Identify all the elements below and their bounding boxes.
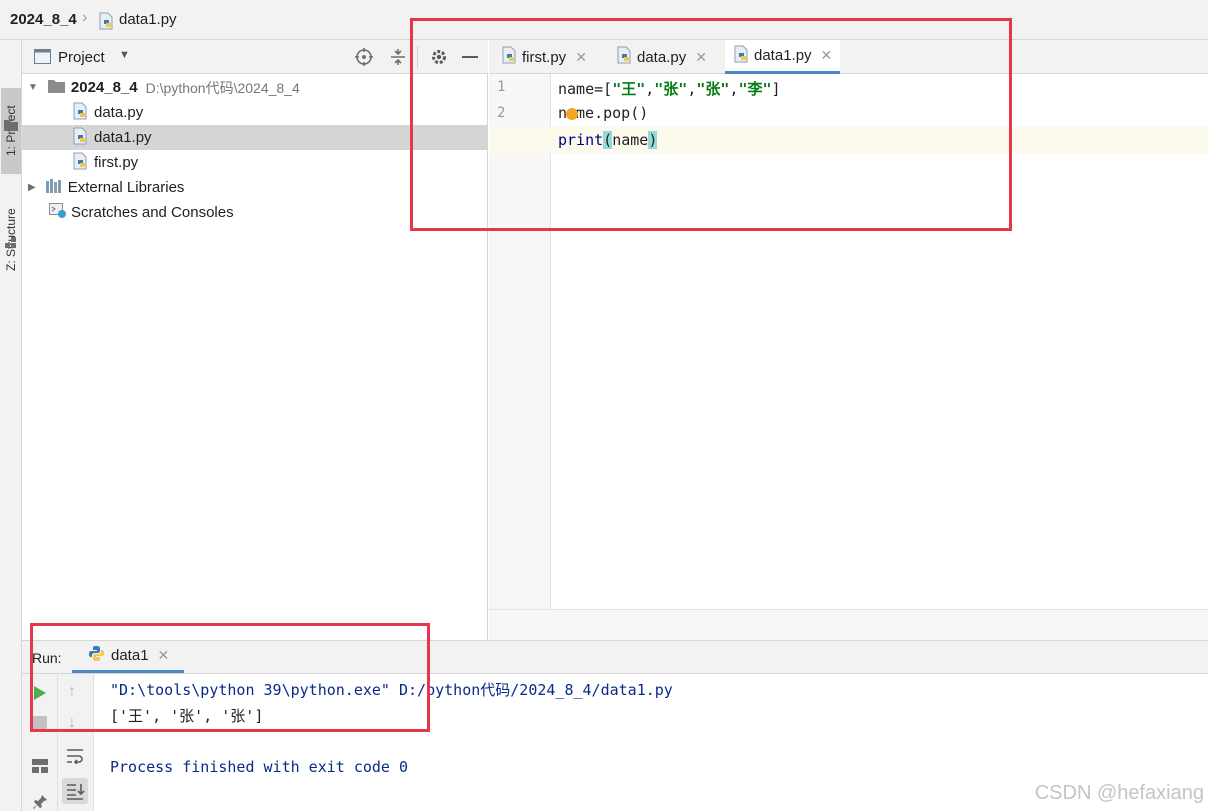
expand-arrow-icon[interactable]: ▼ bbox=[28, 82, 38, 93]
expand-arrow-icon[interactable]: ▶ bbox=[28, 182, 36, 193]
chevron-down-icon[interactable]: ▼ bbox=[119, 49, 130, 61]
editor-status-strip bbox=[489, 609, 1208, 640]
locate-icon[interactable] bbox=[355, 48, 373, 70]
layout-icon[interactable] bbox=[32, 759, 48, 777]
file-name: data1.py bbox=[94, 129, 152, 146]
python-file-icon bbox=[72, 152, 88, 174]
root-folder-name: 2024_8_4 bbox=[70, 79, 138, 96]
scratches-icon bbox=[49, 202, 67, 223]
console-exit-message: Process finished with exit code 0 bbox=[110, 758, 409, 776]
file-name: data.py bbox=[94, 104, 144, 121]
structure-icon bbox=[5, 236, 17, 253]
highlight-box-editor bbox=[410, 18, 1012, 231]
root-folder-path: D:\python代码\2024_8_4 bbox=[145, 79, 300, 96]
breadcrumb-file[interactable]: data1.py bbox=[119, 11, 177, 28]
python-file-icon bbox=[98, 12, 114, 34]
tool-window-strip: 1: Project Z: Structure bbox=[0, 40, 22, 811]
soft-wrap-icon[interactable] bbox=[66, 748, 84, 768]
python-file-icon bbox=[72, 127, 88, 149]
folder-icon bbox=[4, 118, 18, 135]
scratches-label: Scratches and Consoles bbox=[71, 204, 234, 221]
external-libraries-label: External Libraries bbox=[67, 179, 185, 196]
breadcrumb-separator-icon: › bbox=[82, 9, 88, 26]
folder-icon bbox=[47, 79, 65, 97]
python-file-icon bbox=[72, 102, 88, 124]
pin-icon[interactable] bbox=[33, 795, 47, 811]
file-name: first.py bbox=[94, 154, 139, 171]
project-view-icon bbox=[34, 49, 51, 68]
library-icon bbox=[45, 178, 63, 197]
breadcrumb-project[interactable]: 2024_8_4 bbox=[10, 11, 77, 28]
collapse-all-icon[interactable] bbox=[389, 48, 407, 70]
project-panel-title[interactable]: Project bbox=[58, 49, 105, 66]
highlight-box-console bbox=[30, 623, 430, 732]
watermark: CSDN @hefaxiang bbox=[1034, 782, 1204, 804]
scroll-to-end-icon[interactable] bbox=[62, 778, 88, 804]
